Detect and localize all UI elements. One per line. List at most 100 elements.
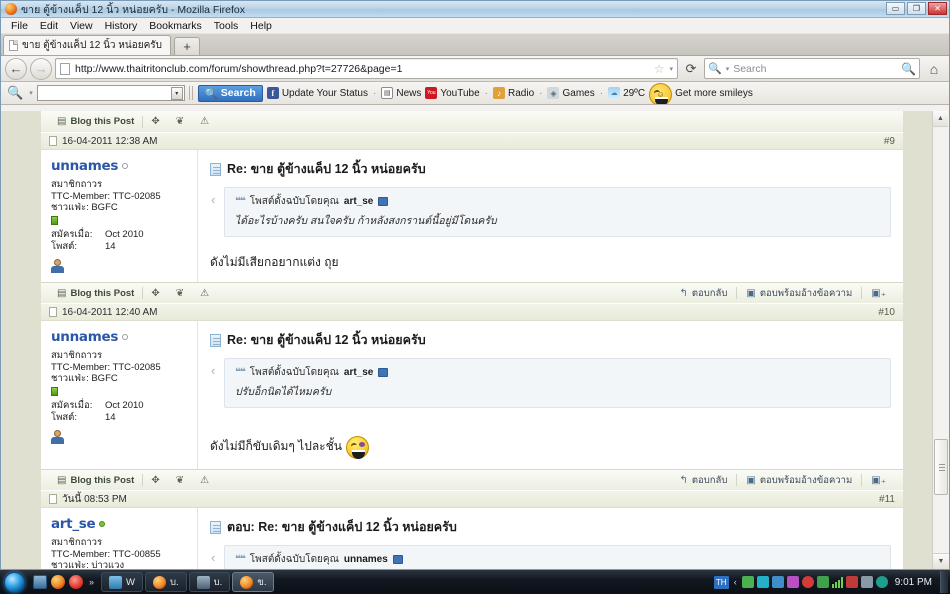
clock[interactable]: 9:01 PM [891,577,936,588]
post-number-9[interactable]: #9 [884,136,895,147]
volume-muted-icon[interactable] [845,576,858,588]
tray-icon-sync[interactable] [741,576,754,588]
scroll-down-button[interactable]: ▼ [933,553,949,569]
title-bar[interactable]: ขาย ตู้ข้างแค็ป 12 นิ้ว หน่อยครับ - Mozi… [1,1,949,18]
pin-button-10[interactable]: ✥ [143,475,167,486]
chevron-down-icon[interactable]: ▾ [669,65,673,73]
blog-this-post-button-partial[interactable]: ▤ Blog this Post [49,116,142,127]
action-center-icon[interactable] [875,576,888,588]
taskbar-button-2[interactable]: บ. [188,572,231,592]
menu-item-tools[interactable]: Tools [208,20,245,32]
taskbar-button-0[interactable]: W [101,572,143,592]
bookmark-update-status[interactable]: f Update Your Status [266,87,368,99]
thank-button-10[interactable]: ❦ [168,475,192,486]
scroll-up-button[interactable]: ▲ [933,111,948,127]
start-button[interactable] [4,571,25,593]
post-header-9: 16-04-2011 12:38 AM #9 [41,132,903,150]
tray-icon-app[interactable] [756,576,769,588]
blog-this-post-button-9[interactable]: ▤ Blog this Post [49,288,142,299]
thank-icon: ❦ [175,287,185,299]
bookmark-youtube[interactable]: You YouTube [425,87,480,99]
overflow-icon[interactable]: » [87,577,96,587]
opera-icon[interactable] [69,575,83,589]
bookmark-star-icon[interactable]: ☆ [654,62,665,76]
menu-item-history[interactable]: History [99,20,144,32]
menu-item-help[interactable]: Help [244,20,278,32]
minimize-button[interactable]: ▭ [886,2,905,15]
search-button-icon: 🔍 [204,87,218,100]
vertical-scrollbar[interactable]: ▲ ▼ [932,111,949,569]
tray-icon-tool[interactable] [786,576,799,588]
username-11[interactable]: art_se [51,516,189,532]
quote-reply-button-9[interactable]: ▣ ตอบพร้อมอ้างข้อความ [737,286,861,301]
addon-search-dropdown-icon[interactable]: ▾ [170,86,183,100]
post-number-11[interactable]: #11 [879,494,895,505]
post-footer-left-partial: ▤ Blog this Post ✥ ❦ ⚠ [49,115,217,128]
forward-button[interactable]: → [30,57,52,80]
scrollbar-thumb[interactable] [934,439,948,495]
addon-search-input[interactable]: ▾ [36,85,185,101]
taskbar-button-3[interactable]: ข. [232,572,275,592]
reload-button[interactable]: ⟳ [681,59,701,79]
bookmark-radio[interactable]: ♪ Radio [493,87,534,99]
tray-expand-icon[interactable]: ‹ [732,577,739,587]
bookmark-weather[interactable]: ☁ 29ºC [608,87,645,99]
tray-icon-antivirus[interactable] [816,576,829,588]
network-icon[interactable] [860,576,873,588]
firefox-icon [152,575,166,589]
multiquote-button-9[interactable]: ▣₊ [862,288,895,299]
report-button-9[interactable]: ⚠ [192,288,217,299]
maximize-button[interactable]: ❐ [907,2,926,15]
menu-item-view[interactable]: View [64,20,99,32]
username-9[interactable]: unnames [51,158,189,174]
bookmark-news[interactable]: ▤ News [381,87,421,99]
username-10[interactable]: unnames [51,329,189,345]
firefox-icon[interactable] [51,575,65,589]
thank-button-partial[interactable]: ❦ [168,116,192,127]
home-button[interactable]: ⌂ [923,58,945,80]
thank-button-9[interactable]: ❦ [168,288,192,299]
search-engine-chevron-icon[interactable]: ▾ [726,65,730,73]
view-post-icon[interactable] [392,555,403,564]
url-bar[interactable]: http://www.thaitritonclub.com/forum/show… [55,58,678,79]
blog-this-post-button-10[interactable]: ▤ Blog this Post [49,475,142,486]
browser-tab-active[interactable]: ขาย ตู้ข้างแค็ป 12 นิ้ว หน่อยครับ [3,35,172,55]
pin-button-9[interactable]: ✥ [143,288,167,299]
view-post-icon[interactable] [378,368,389,377]
pin-button-partial[interactable]: ✥ [143,116,167,127]
tray-icon-monitor[interactable] [771,576,784,588]
menu-item-edit[interactable]: Edit [34,20,64,32]
search-button[interactable]: 🔍 Search [197,84,263,102]
reply-button-9[interactable]: ↰ ตอบกลับ [671,286,737,301]
browser-search-box[interactable]: 🔍 ▾ Search 🔍 [704,58,920,79]
new-tab-button[interactable]: + [174,37,201,55]
toolbar-search-chevron-icon[interactable]: ▾ [29,89,33,97]
show-desktop-button[interactable] [940,571,948,593]
search-submit-icon[interactable]: 🔍 [901,62,916,76]
report-button-partial[interactable]: ⚠ [192,116,217,127]
quote-author-10[interactable]: art_se [344,367,373,378]
username-label: art_se [51,516,96,532]
toolbar-grip[interactable] [188,86,194,100]
view-post-icon[interactable] [378,197,389,206]
taskbar-button-1[interactable]: บ. [144,572,187,592]
bookmark-games[interactable]: ◈ Games [547,87,595,99]
quote-reply-button-10[interactable]: ▣ ตอบพร้อมอ้างข้อความ [737,473,861,488]
menu-item-bookmarks[interactable]: Bookmarks [143,20,208,32]
post-number-10[interactable]: #10 [878,307,895,318]
multiquote-button-10[interactable]: ▣₊ [862,475,895,486]
quote-author-9[interactable]: art_se [344,196,373,207]
bookmark-smileys[interactable]: ☺ Get more smileys [649,83,753,104]
tray-icon-alert[interactable] [801,576,814,588]
show-desktop-icon[interactable] [33,575,47,589]
quote-author-11[interactable]: unnames [344,554,388,565]
user-nickname-11: ชาวแฟ่ะ: บ่าวแวง [51,560,125,569]
reply-button-10[interactable]: ↰ ตอบกลับ [671,473,737,488]
back-button[interactable]: ← [5,57,27,80]
language-indicator[interactable]: TH [713,575,729,589]
toolbar-search-icon[interactable]: 🔍 [5,85,25,101]
close-button[interactable]: ✕ [928,2,947,15]
report-button-10[interactable]: ⚠ [192,475,217,486]
menu-item-file[interactable]: File [5,20,34,32]
signal-strength-icon[interactable] [831,576,843,588]
